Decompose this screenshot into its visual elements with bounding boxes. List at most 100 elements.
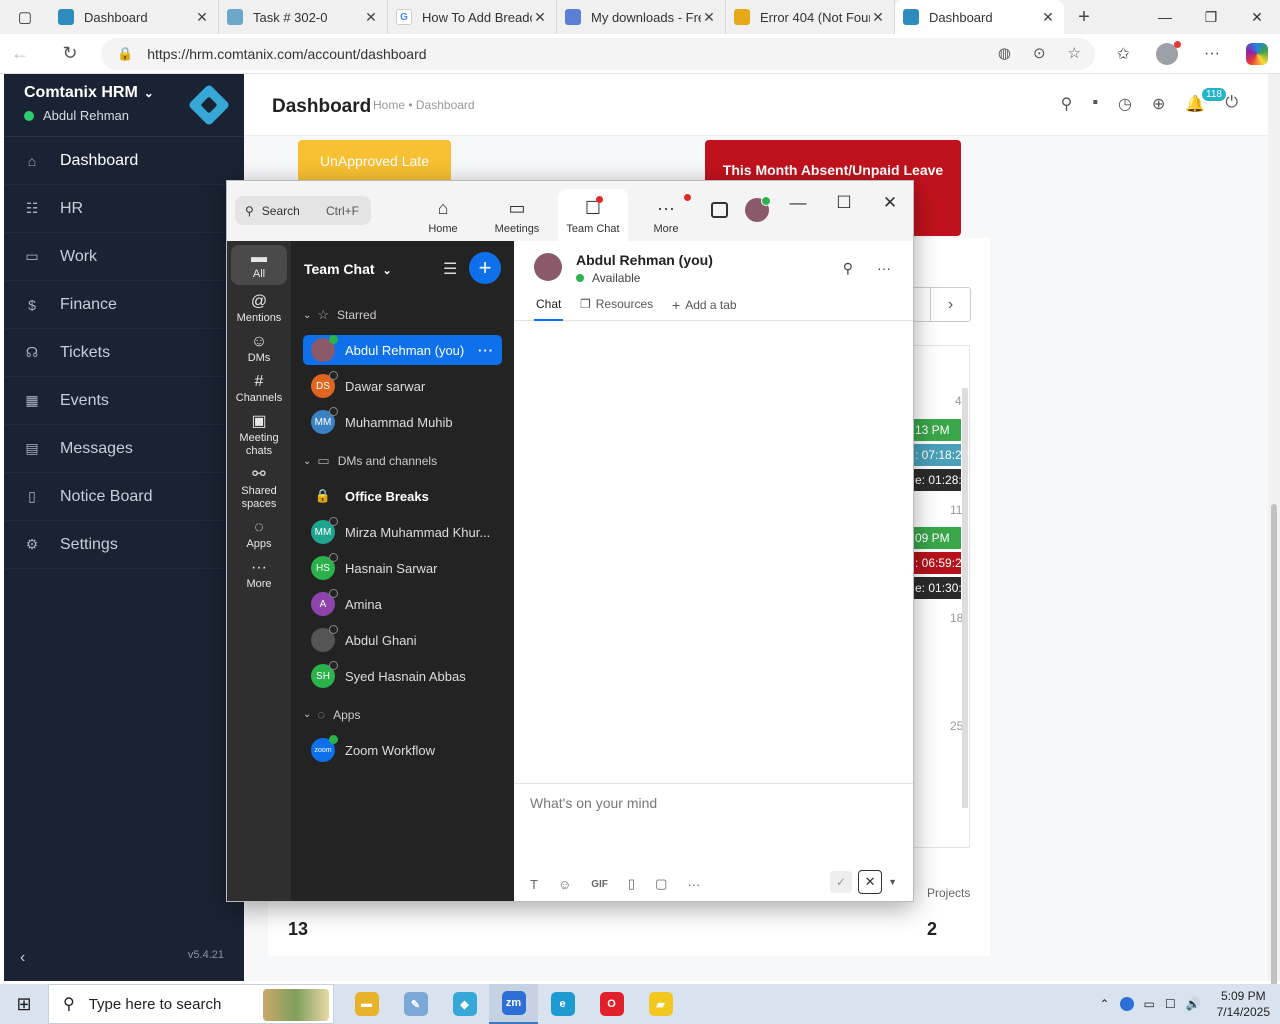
next-arrow-icon[interactable]: ›	[930, 288, 970, 321]
calendar-scrollbar[interactable]	[962, 388, 968, 808]
file-explorer-button[interactable]: ▬	[342, 984, 391, 1024]
restore-button[interactable]: ❐	[1188, 0, 1234, 34]
tab-add[interactable]: + Add a tab	[672, 297, 737, 313]
taskbar-search[interactable]: ⚲ Type here to search	[48, 984, 334, 1024]
close-window-button[interactable]: ✕	[1234, 0, 1280, 34]
profile-avatar[interactable]	[1156, 41, 1182, 65]
profile-avatar[interactable]	[745, 196, 771, 222]
sticky-note-icon[interactable]: ▪	[1092, 94, 1098, 114]
nav-home[interactable]: ⌂ Home	[408, 189, 478, 241]
list-item[interactable]: SH Syed Hasnain Abbas	[303, 661, 502, 691]
more-icon[interactable]: ···	[478, 343, 494, 358]
avatar[interactable]	[534, 253, 562, 281]
favorite-star-icon[interactable]: ☆	[1068, 44, 1081, 62]
reader-icon[interactable]: ⊙	[1033, 44, 1046, 62]
close-tab-icon[interactable]: ✕	[1040, 9, 1056, 26]
chevron-down-icon[interactable]: ▼	[888, 877, 897, 887]
search-icon[interactable]: ⚲	[1061, 94, 1073, 114]
sidebar-item-hr[interactable]: ☷HR›	[4, 185, 244, 233]
nav-meetings[interactable]: ▭ Meetings	[482, 189, 552, 241]
scrollbar-thumb[interactable]	[1271, 504, 1277, 1024]
format-text-icon[interactable]: T	[530, 877, 538, 892]
cancel-icon[interactable]: ✕	[858, 870, 883, 894]
more-icon[interactable]: ···	[877, 260, 891, 277]
sidebar-item-tickets[interactable]: ☊ Tickets	[4, 329, 244, 377]
rail-more[interactable]: ··· More	[227, 560, 291, 591]
settings-menu-icon[interactable]: ···	[1204, 45, 1220, 63]
list-item[interactable]: zoom Zoom Workflow	[303, 735, 502, 765]
close-button[interactable]: ✕	[867, 193, 913, 213]
power-icon[interactable]: ⏻	[1225, 94, 1238, 114]
refresh-button[interactable]: ↻	[50, 43, 90, 64]
tracking-icon[interactable]: ◍	[998, 44, 1011, 62]
sidebar-item-messages[interactable]: ▤ Messages	[4, 425, 244, 473]
rail-shared-spaces[interactable]: ⚯ Shared spaces	[227, 467, 291, 511]
edge-browser-button[interactable]: e	[538, 984, 587, 1024]
sidebar-item-events[interactable]: ▦ Events	[4, 377, 244, 425]
minimize-button[interactable]: —	[775, 193, 821, 213]
back-button[interactable]: ←	[0, 43, 40, 64]
network-icon[interactable]: ☐	[1165, 997, 1176, 1011]
rail-meeting-chats[interactable]: ▣ Meeting chats	[227, 414, 291, 458]
zoom-app-button[interactable]: zm	[489, 984, 538, 1024]
close-tab-icon[interactable]: ✕	[194, 9, 210, 26]
sidebar-item-settings[interactable]: ⚙ Settings	[4, 521, 244, 569]
browser-tab[interactable]: G How To Add Breadcr ✕	[388, 0, 557, 34]
sticky-notes-button[interactable]: ▰	[636, 984, 685, 1024]
attendance-chip[interactable]: e: 01:30:	[913, 577, 961, 599]
section-starred[interactable]: ⌄ ☆ Starred	[303, 307, 376, 323]
team-chat-dropdown[interactable]: Team Chat ⌄	[304, 261, 392, 277]
message-composer[interactable]: What's on your mind T ☺ GIF ▯ ▢ ··· ✓ ✕ …	[514, 783, 913, 901]
emoji-icon[interactable]: ☺	[558, 877, 571, 892]
list-item[interactable]: 🔒 Office Breaks	[303, 481, 502, 511]
new-tab-button[interactable]: +	[1064, 6, 1104, 29]
rail-mentions[interactable]: @ Mentions	[227, 294, 291, 325]
rail-channels[interactable]: # Channels	[227, 374, 291, 405]
sidebar-item-work[interactable]: ▭Work›	[4, 233, 244, 281]
filter-icon[interactable]: ☰	[443, 259, 457, 279]
paint-app-button[interactable]: ✎	[391, 984, 440, 1024]
tab-actions-icon[interactable]: ▢	[0, 0, 50, 34]
attendance-chip[interactable]: 09 PM	[913, 527, 961, 549]
more-icon[interactable]: ···	[687, 877, 700, 892]
rail-apps[interactable]: ◌ Apps	[227, 520, 291, 551]
calendar-icon[interactable]	[711, 202, 728, 218]
close-tab-icon[interactable]: ✕	[870, 9, 886, 26]
browser-tab[interactable]: My downloads - Free ✕	[557, 0, 726, 34]
lock-icon[interactable]: 🔒	[117, 46, 133, 62]
zoom-tray-icon[interactable]	[1119, 997, 1134, 1011]
list-item[interactable]: A Amina	[303, 589, 502, 619]
sidebar-item-finance[interactable]: $Finance›	[4, 281, 244, 329]
browser-tab[interactable]: Error 404 (Not Foun ✕	[726, 0, 895, 34]
nav-team-chat[interactable]: ☐ Team Chat	[558, 189, 628, 241]
minimize-button[interactable]: —	[1142, 0, 1188, 34]
attendance-chip[interactable]: e: 01:28:	[913, 469, 961, 491]
copilot-icon[interactable]	[1246, 43, 1268, 65]
section-apps[interactable]: ⌄ ◌ Apps	[303, 707, 360, 722]
close-tab-icon[interactable]: ✕	[363, 9, 379, 26]
maximize-button[interactable]: ☐	[821, 193, 867, 213]
url-field[interactable]: 🔒 https://hrm.comtanix.com/account/dashb…	[101, 38, 1095, 70]
rail-all[interactable]: ▬ All	[231, 245, 287, 285]
page-scrollbar[interactable]	[1268, 74, 1280, 1024]
new-chat-button[interactable]: +	[469, 252, 501, 284]
close-tab-icon[interactable]: ✕	[701, 9, 717, 26]
browser-tab[interactable]: Dashboard ✕	[50, 0, 219, 34]
list-item[interactable]: MM Mirza Muhammad Khur...	[303, 517, 502, 547]
browser-tab[interactable]: Dashboard ✕	[895, 0, 1064, 34]
battery-icon[interactable]: ▭	[1144, 997, 1155, 1011]
close-tab-icon[interactable]: ✕	[532, 9, 548, 26]
list-item[interactable]: Abdul Rehman (you) ···	[303, 335, 502, 365]
add-icon[interactable]: ⊕	[1152, 94, 1165, 114]
volume-icon[interactable]: 🔊	[1186, 997, 1201, 1011]
rail-dms[interactable]: ☺ DMs	[227, 334, 291, 365]
send-icon[interactable]: ✓	[830, 871, 853, 893]
tab-chat[interactable]: Chat	[534, 297, 564, 321]
zoom-search-button[interactable]: ⚲ Search Ctrl+F	[235, 196, 371, 225]
clock[interactable]: 5:09 PM 7/14/2025	[1217, 988, 1270, 1020]
attendance-chip[interactable]: : 06:59:2	[913, 552, 961, 574]
clock-icon[interactable]: ◷	[1118, 94, 1132, 114]
gif-icon[interactable]: GIF	[591, 879, 608, 890]
browser-tab[interactable]: Task # 302-0 ✕	[219, 0, 388, 34]
file-icon[interactable]: ▯	[628, 876, 635, 892]
